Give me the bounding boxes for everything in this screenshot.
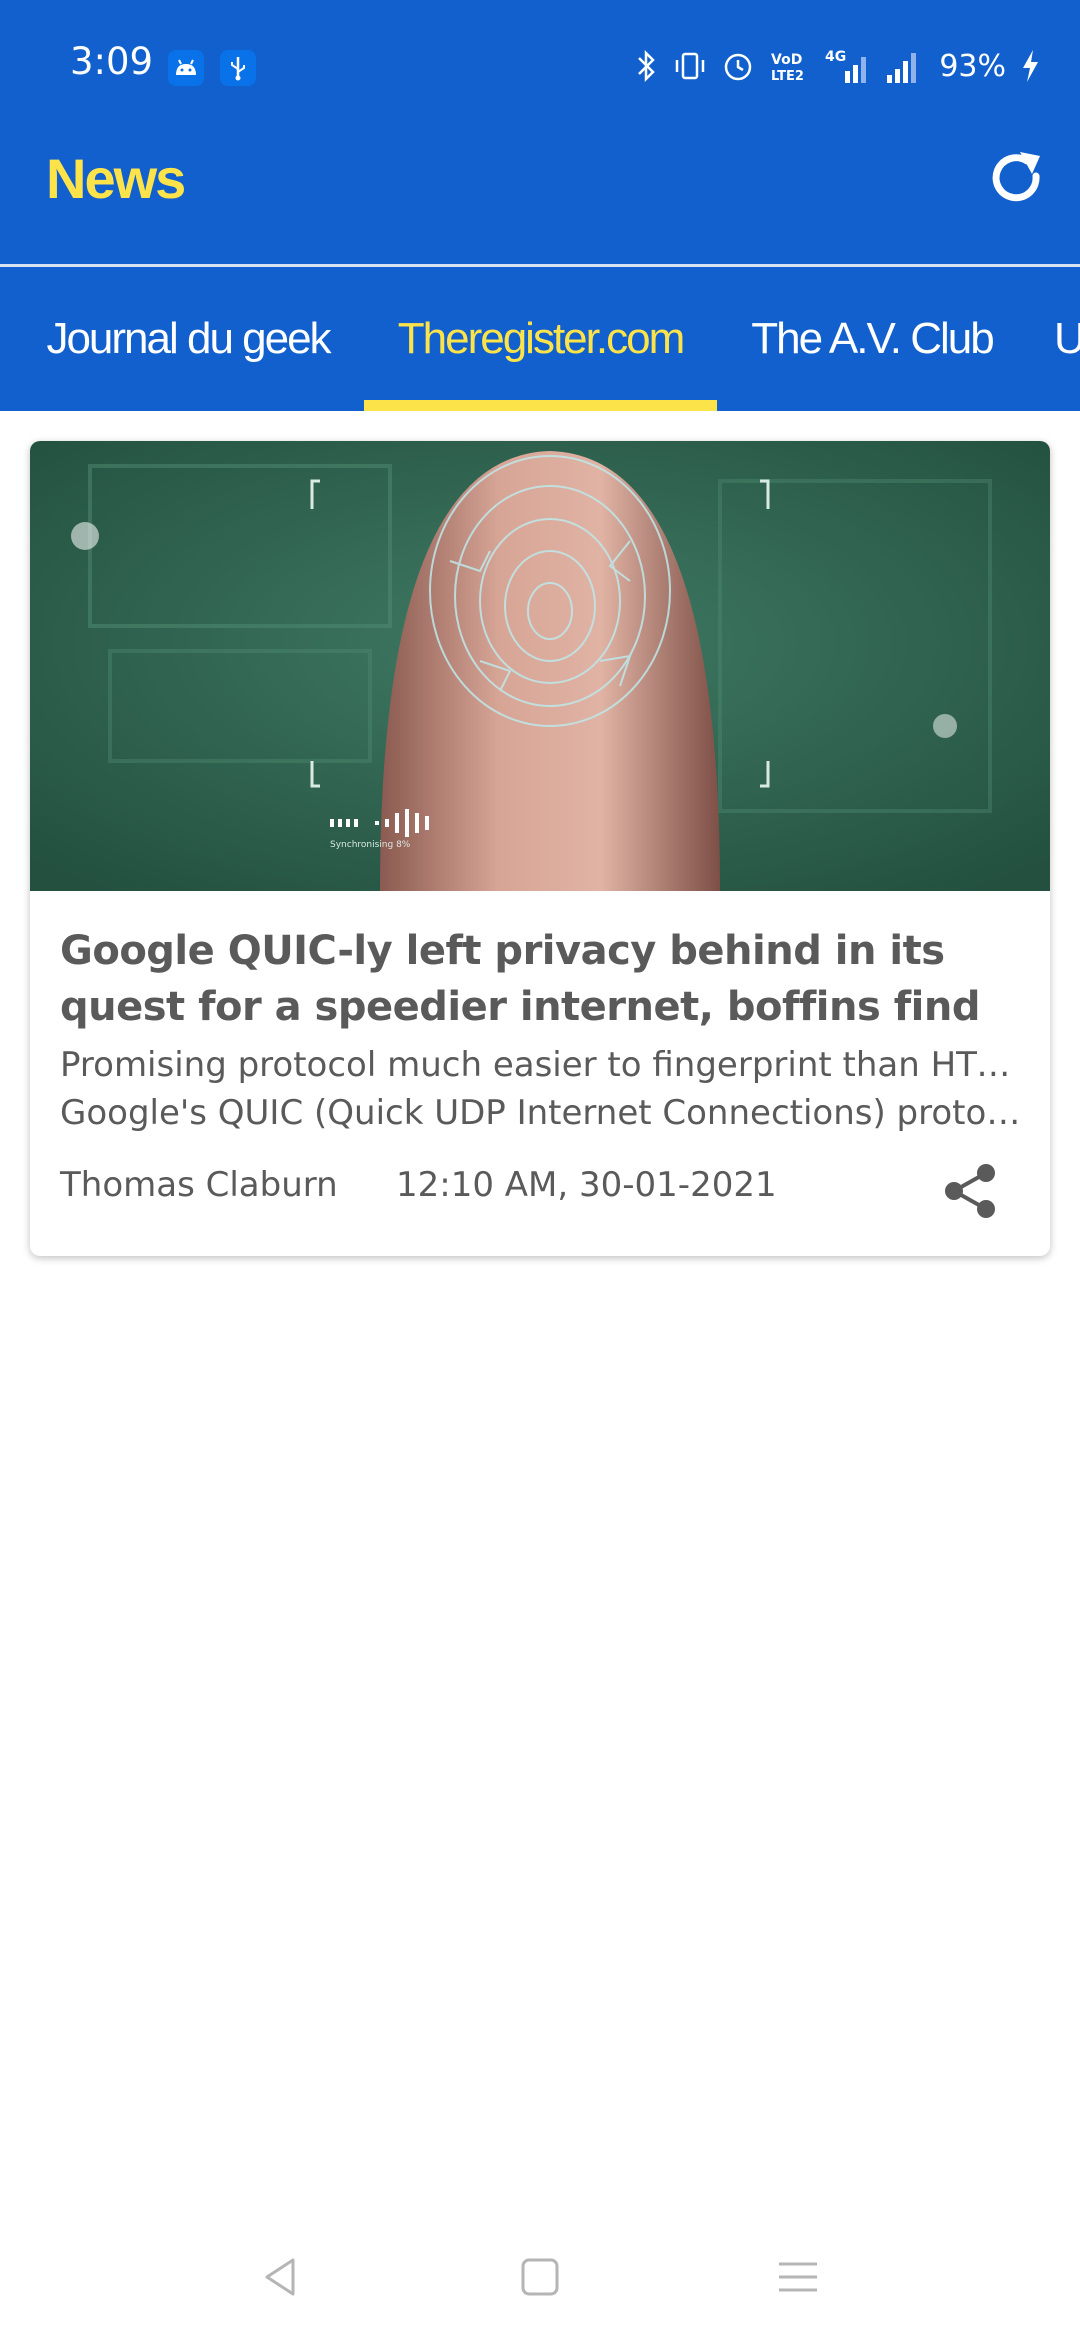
article-card[interactable]: Synchronising 8% Google QUIC-ly left pri… xyxy=(30,441,1050,1256)
share-icon xyxy=(945,1164,995,1218)
active-tab-indicator xyxy=(364,400,717,411)
app-title: News xyxy=(46,147,186,210)
tab-av-club[interactable]: The A.V. Club xyxy=(730,267,1014,411)
image-overlay-text: Synchronising 8% xyxy=(330,840,411,850)
menu-icon[interactable] xyxy=(773,2252,823,2302)
tab-theregister[interactable]: Theregister.com xyxy=(364,267,717,411)
article-summary: Promising protocol much easier to finger… xyxy=(60,1041,1030,1137)
system-nav-bar xyxy=(0,2230,1080,2340)
status-bar: 3:09 VoD LTE2 4G 93% xyxy=(0,0,1080,130)
article-datetime: 12:10 AM, 30-01-2021 xyxy=(396,1165,777,1205)
svg-text:4G: 4G xyxy=(825,49,846,65)
alarm-icon xyxy=(725,53,752,81)
bluetooth-icon xyxy=(638,49,656,83)
tab-next-partial[interactable]: U xyxy=(1054,267,1080,411)
tab-journal-du-geek[interactable]: Journal du geek xyxy=(20,267,356,411)
svg-text:VoD: VoD xyxy=(771,52,802,68)
android-icon xyxy=(168,50,204,86)
signal-icon xyxy=(887,53,917,83)
back-icon[interactable] xyxy=(255,2252,305,2302)
share-button[interactable] xyxy=(940,1159,1004,1223)
battery-percent: 93% xyxy=(939,48,1006,84)
status-time: 3:09 xyxy=(70,40,154,83)
article-author: Thomas Claburn xyxy=(60,1165,338,1205)
signal-4g-icon: 4G xyxy=(825,49,867,83)
article-summary-line-2: Google's QUIC (Quick UDP Internet Connec… xyxy=(60,1093,1030,1133)
status-icons: VoD LTE2 4G 93% xyxy=(635,44,1040,88)
home-icon[interactable] xyxy=(515,2252,565,2302)
refresh-button[interactable] xyxy=(984,146,1050,212)
svg-text:LTE2: LTE2 xyxy=(771,69,804,83)
source-tabs: Journal du geek Theregister.com The A.V.… xyxy=(0,267,1080,411)
article-image: Synchronising 8% xyxy=(30,441,1050,891)
refresh-icon xyxy=(992,152,1040,202)
article-summary-line-1: Promising protocol much easier to finger… xyxy=(60,1045,1030,1085)
article-title[interactable]: Google QUIC-ly left privacy behind in it… xyxy=(60,923,1020,1035)
volte-icon: VoDLTE2 xyxy=(771,52,804,83)
usb-icon xyxy=(220,50,256,86)
charging-icon xyxy=(1023,50,1038,82)
vibrate-icon xyxy=(676,52,705,80)
